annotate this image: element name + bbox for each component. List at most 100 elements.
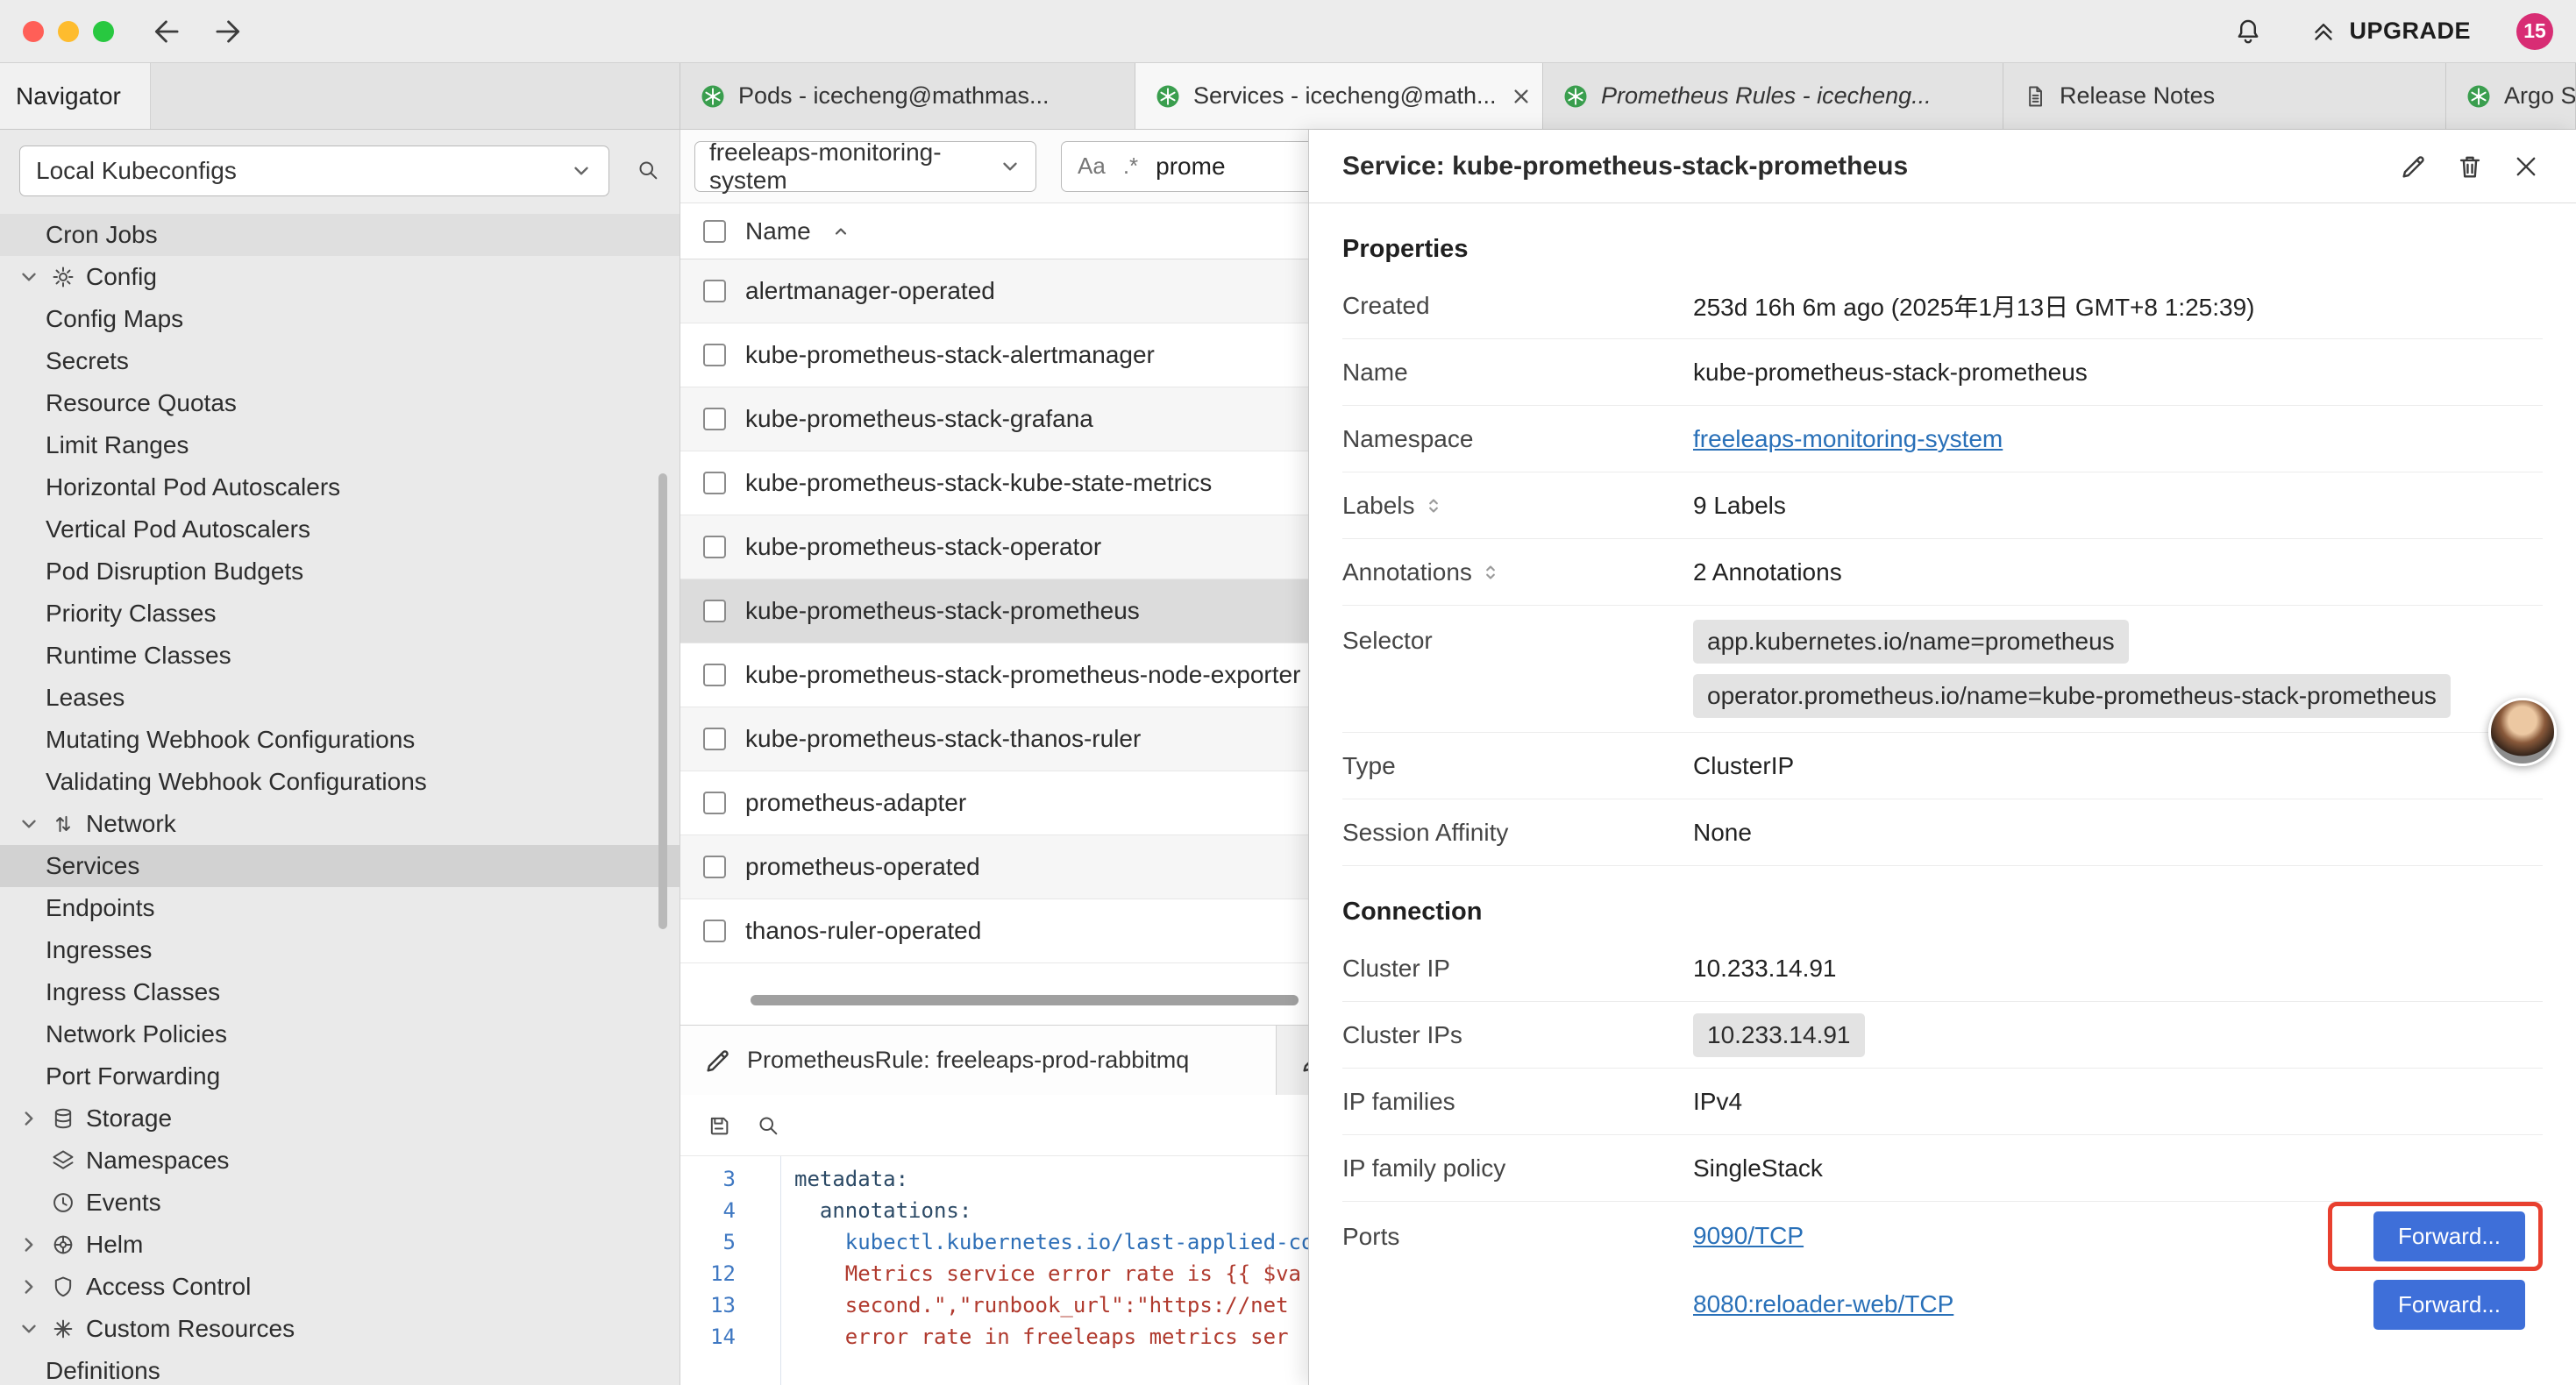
edit-icon[interactable] — [2399, 152, 2429, 181]
details-title: Service: kube-prometheus-stack-prometheu… — [1342, 152, 2373, 181]
row-checkbox[interactable] — [703, 536, 726, 558]
sidebar-item-horizontal-pod-autoscalers[interactable]: Horizontal Pod Autoscalers — [0, 466, 680, 508]
select-all-checkbox[interactable] — [703, 220, 726, 243]
sidebar-item-ingress-classes[interactable]: Ingress Classes — [0, 971, 680, 1013]
detail-row-labels: Labels 9 Labels — [1342, 472, 2543, 539]
sidebar-item-cron-jobs[interactable]: Cron Jobs — [0, 214, 680, 256]
cluster-ip-value: 10.233.14.91 — [1693, 955, 1837, 983]
upgrade-label: UPGRADE — [2349, 18, 2471, 45]
unfold-icon[interactable] — [1479, 561, 1502, 584]
sidebar-item-services[interactable]: Services — [0, 845, 680, 887]
window-titlebar: UPGRADE 15 — [0, 0, 2576, 63]
notification-bell-icon[interactable] — [2233, 17, 2263, 46]
sidebar-item-events[interactable]: Events — [0, 1182, 680, 1224]
sidebar-item-secrets[interactable]: Secrets — [0, 340, 680, 382]
match-case-icon[interactable]: Aa — [1078, 153, 1106, 180]
line-number: 4 — [680, 1198, 746, 1223]
tab-argo[interactable]: Argo S — [2446, 63, 2576, 129]
sort-ascending-icon[interactable] — [830, 221, 851, 242]
horizontal-scrollbar[interactable] — [751, 995, 1299, 1005]
sidebar-item-pod-disruption-budgets[interactable]: Pod Disruption Budgets — [0, 550, 680, 593]
port-link-8080[interactable]: 8080:reloader-web/TCP — [1693, 1290, 1953, 1318]
sidebar-item-endpoints[interactable]: Endpoints — [0, 887, 680, 929]
detail-row-ip-families: IP families IPv4 — [1342, 1069, 2543, 1135]
gear-icon — [51, 265, 75, 289]
row-checkbox[interactable] — [703, 344, 726, 366]
sidebar-item-ingresses[interactable]: Ingresses — [0, 929, 680, 971]
tab-release-notes[interactable]: Release Notes — [2003, 63, 2446, 129]
tab-label: Release Notes — [2060, 82, 2215, 110]
sidebar-item-network-policies[interactable]: Network Policies — [0, 1013, 680, 1055]
row-checkbox[interactable] — [703, 280, 726, 302]
sidebar-item-access-control[interactable]: Access Control — [0, 1266, 680, 1308]
forward-button[interactable]: Forward... — [2373, 1280, 2525, 1330]
sidebar-item-port-forwarding[interactable]: Port Forwarding — [0, 1055, 680, 1097]
sidebar-item-helm[interactable]: Helm — [0, 1224, 680, 1266]
tab-pods[interactable]: Pods - icecheng@mathmas... — [680, 63, 1135, 129]
sidebar-item-priority-classes[interactable]: Priority Classes — [0, 593, 680, 635]
namespace-filter-select[interactable]: freeleaps-monitoring-system — [694, 141, 1036, 192]
close-window-button[interactable] — [23, 21, 44, 42]
kubernetes-icon — [700, 83, 726, 110]
sidebar-item-limit-ranges[interactable]: Limit Ranges — [0, 424, 680, 466]
line-number: 12 — [680, 1261, 746, 1286]
row-checkbox[interactable] — [703, 472, 726, 494]
row-checkbox[interactable] — [703, 792, 726, 814]
regex-icon[interactable]: .* — [1123, 153, 1138, 180]
sidebar-item-network[interactable]: Network — [0, 803, 680, 845]
save-icon[interactable] — [707, 1113, 731, 1138]
close-icon[interactable] — [2511, 152, 2541, 181]
sidebar-item-namespaces[interactable]: Namespaces — [0, 1140, 680, 1182]
annotations-count[interactable]: 2 Annotations — [1693, 558, 1842, 586]
chevron-down-icon — [18, 266, 40, 288]
sidebar-item-leases[interactable]: Leases — [0, 677, 680, 719]
row-checkbox[interactable] — [703, 408, 726, 430]
tab-label: Services - icecheng@math... — [1193, 82, 1497, 110]
session-affinity-value: None — [1693, 819, 1752, 847]
selector-badge: app.kubernetes.io/name=prometheus — [1693, 620, 2129, 664]
minimize-window-button[interactable] — [58, 21, 79, 42]
sidebar-scrollbar[interactable] — [658, 473, 667, 929]
notification-count-badge[interactable]: 15 — [2516, 13, 2553, 50]
sidebar-item-resource-quotas[interactable]: Resource Quotas — [0, 382, 680, 424]
namespace-link[interactable]: freeleaps-monitoring-system — [1693, 425, 2003, 453]
row-checkbox[interactable] — [703, 856, 726, 878]
row-checkbox[interactable] — [703, 664, 726, 686]
row-checkbox[interactable] — [703, 600, 726, 622]
sidebar-item-storage[interactable]: Storage — [0, 1097, 680, 1140]
name-column-header[interactable]: Name — [745, 217, 811, 245]
trash-icon[interactable] — [2455, 152, 2485, 181]
search-icon[interactable] — [756, 1113, 780, 1138]
sidebar-item-custom-resources[interactable]: Custom Resources — [0, 1308, 680, 1350]
navigator-panel-tab[interactable]: Navigator — [0, 63, 151, 129]
close-tab-icon[interactable] — [1509, 84, 1534, 109]
navigator-tree: Cron Jobs Config Config Maps Secrets Res… — [0, 214, 680, 1385]
row-checkbox[interactable] — [703, 728, 726, 750]
kubeconfig-selector[interactable]: Local Kubeconfigs — [19, 146, 609, 196]
upgrade-button[interactable]: UPGRADE — [2309, 17, 2471, 46]
tab-label: Argo S — [2504, 82, 2576, 110]
sidebar-item-definitions[interactable]: Definitions — [0, 1350, 680, 1385]
sidebar-item-vertical-pod-autoscalers[interactable]: Vertical Pod Autoscalers — [0, 508, 680, 550]
forward-arrow-icon[interactable] — [210, 15, 244, 48]
back-arrow-icon[interactable] — [151, 15, 184, 48]
unfold-icon[interactable] — [1422, 494, 1445, 517]
layers-icon — [51, 1148, 75, 1173]
maximize-window-button[interactable] — [93, 21, 114, 42]
port-link-9090[interactable]: 9090/TCP — [1693, 1222, 1804, 1250]
avatar[interactable] — [2488, 698, 2557, 766]
labels-count[interactable]: 9 Labels — [1693, 492, 1786, 520]
sidebar-item-config[interactable]: Config — [0, 256, 680, 298]
sidebar-item-mutating-webhook-configurations[interactable]: Mutating Webhook Configurations — [0, 719, 680, 761]
tab-prometheus-rules[interactable]: Prometheus Rules - icecheng... — [1543, 63, 2003, 129]
custom-resources-icon — [51, 1317, 75, 1341]
tab-services[interactable]: Services - icecheng@math... — [1135, 63, 1543, 129]
sidebar-item-validating-webhook-configurations[interactable]: Validating Webhook Configurations — [0, 761, 680, 803]
forward-button[interactable]: Forward... — [2373, 1211, 2525, 1261]
editor-tab-prometheusrule[interactable]: PrometheusRule: freeleaps-prod-rabbitmq — [680, 1026, 1277, 1095]
sidebar-item-config-maps[interactable]: Config Maps — [0, 298, 680, 340]
row-checkbox[interactable] — [703, 920, 726, 942]
clock-icon — [51, 1190, 75, 1215]
sidebar-item-runtime-classes[interactable]: Runtime Classes — [0, 635, 680, 677]
search-icon[interactable] — [636, 158, 660, 182]
